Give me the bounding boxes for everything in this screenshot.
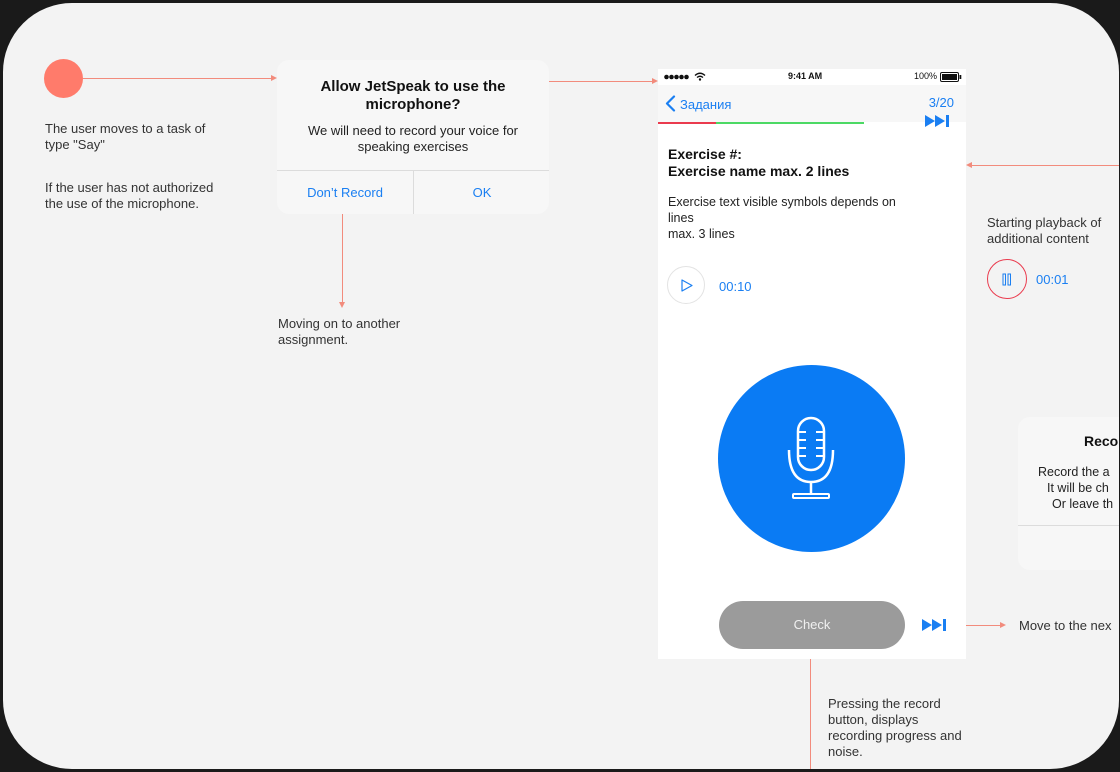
- note-move-next: Move to the nex: [1019, 618, 1112, 633]
- connector-record-down: [810, 659, 811, 769]
- note-line: If the user has not authorized: [45, 180, 214, 195]
- note-line: assignment.: [278, 332, 349, 347]
- pause-button[interactable]: [987, 259, 1027, 299]
- start-node: [44, 59, 83, 98]
- progress-current: [716, 122, 864, 124]
- status-time: 9:41 AM: [788, 71, 823, 81]
- record-dialog: Reco Record the a It will be ch Or leave…: [1018, 417, 1119, 570]
- exercise-text: Exercise text visible symbols depends on…: [668, 194, 948, 242]
- note-moving-on: Moving on to another assignment.: [278, 316, 400, 348]
- exercise-title: Exercise #: Exercise name max. 2 lines: [668, 146, 849, 180]
- alert-title-line: Allow JetSpeak to use the: [320, 78, 506, 95]
- note-pressing-record: Pressing the record button, displays rec…: [828, 696, 962, 760]
- note-user-moves: The user moves to a task of type "Say": [45, 121, 205, 153]
- wifi-icon: [694, 72, 706, 81]
- connector-move-next: [966, 625, 1000, 626]
- signal-dots-icon: [664, 74, 689, 80]
- exercise-title-line: Exercise name max. 2 lines: [668, 163, 850, 179]
- canvas-frame: The user moves to a task of type "Say" I…: [0, 0, 1120, 772]
- note-line: type "Say": [45, 137, 105, 152]
- record-dialog-divider: [1018, 525, 1119, 526]
- connector-playback: [972, 165, 1119, 166]
- note-line: noise.: [828, 744, 863, 759]
- note-line: additional content: [987, 231, 1089, 246]
- microphone-icon: [787, 416, 835, 499]
- battery-icon: [940, 72, 962, 82]
- note-line: the use of the microphone.: [45, 196, 199, 211]
- status-bar: 9:41 AM 100%: [658, 69, 966, 85]
- skip-forward-icon[interactable]: [922, 618, 949, 632]
- exercise-text-line: max. 3 lines: [668, 227, 735, 241]
- alert-title-line: microphone?: [365, 96, 461, 113]
- note-line: button, displays: [828, 712, 919, 727]
- microphone-permission-alert: Allow JetSpeak to use the microphone? We…: [277, 60, 549, 214]
- status-battery-text: 100%: [914, 71, 938, 81]
- note-starting-playback: Starting playback of additional content: [987, 215, 1101, 247]
- alert-title: Allow JetSpeak to use the microphone?: [277, 78, 549, 114]
- skip-forward-icon[interactable]: [925, 114, 952, 128]
- note-line: Moving on to another: [278, 316, 401, 331]
- player-time: 00:10: [719, 279, 752, 294]
- back-button[interactable]: Задания: [680, 97, 731, 112]
- note-not-authorized: If the user has not authorized the use o…: [45, 180, 213, 212]
- note-line: The user moves to a task of: [45, 121, 206, 136]
- check-button[interactable]: Check: [719, 601, 905, 649]
- play-button[interactable]: [667, 266, 705, 304]
- playback-time: 00:01: [1036, 272, 1069, 287]
- nav-bar: Задания 3/20: [658, 85, 966, 122]
- record-button[interactable]: [718, 365, 905, 552]
- arrowhead: [339, 302, 345, 308]
- connector-alert-phone: [549, 81, 652, 82]
- play-icon: [681, 279, 693, 292]
- record-dialog-line: It will be ch: [1047, 481, 1109, 495]
- exercise-title-line: Exercise #:: [668, 146, 742, 162]
- alert-message-line: speaking exercises: [357, 139, 469, 154]
- record-dialog-title: Reco: [1084, 433, 1119, 449]
- alert-message: We will need to record your voice for sp…: [287, 123, 539, 155]
- record-dialog-line: Record the a: [1038, 465, 1110, 479]
- note-line: Starting playback of: [987, 215, 1102, 230]
- chevron-left-icon[interactable]: [665, 95, 676, 112]
- record-dialog-line: Or leave th: [1052, 497, 1114, 511]
- dont-record-button[interactable]: Don’t Record: [277, 171, 413, 214]
- alert-message-line: We will need to record your voice for: [307, 123, 519, 138]
- connector-alert-down: [342, 214, 343, 302]
- ok-button[interactable]: OK: [414, 171, 549, 214]
- exercise-text-line: Exercise text visible symbols depends on: [668, 195, 896, 209]
- exercise-text-line: lines: [668, 211, 694, 225]
- arrowhead: [1000, 622, 1006, 628]
- note-line: recording progress and: [828, 728, 962, 743]
- note-line: Pressing the record: [828, 696, 941, 711]
- connector-start-alert: [83, 78, 271, 79]
- progress-completed: [658, 122, 716, 124]
- pause-icon: [1002, 273, 1011, 286]
- exercise-screen: 9:41 AM 100% Задания 3/20 Exercise #: Ex…: [658, 69, 966, 659]
- exercise-counter: 3/20: [928, 95, 954, 110]
